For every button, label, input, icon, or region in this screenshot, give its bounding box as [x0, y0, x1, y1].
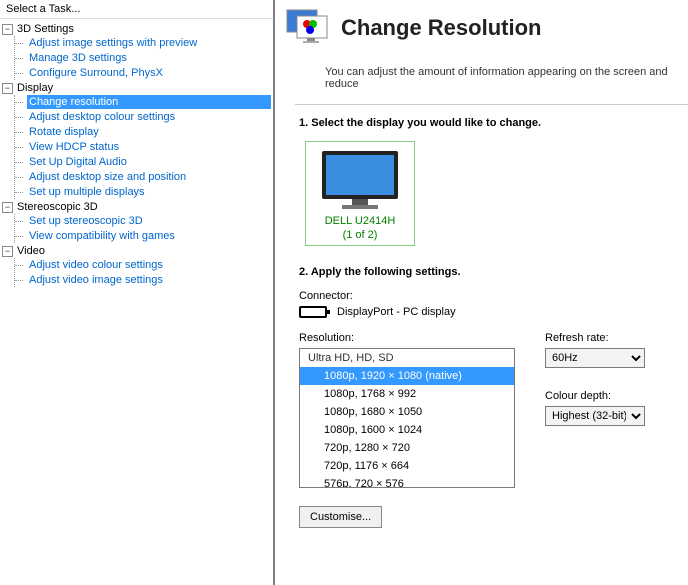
page-title: Change Resolution — [341, 15, 541, 41]
list-item-6[interactable]: 576p, 720 × 576 — [300, 475, 514, 488]
list-item-2[interactable]: 1080p, 1680 × 1050 — [300, 403, 514, 421]
tree-toggle-display[interactable]: − — [2, 83, 13, 94]
refresh-label: Refresh rate: — [545, 332, 645, 344]
depth-select[interactable]: Highest (32-bit) — [545, 406, 645, 426]
tree-item-desktop-size[interactable]: Adjust desktop size and position — [27, 170, 271, 184]
monitor-rgb-icon — [285, 8, 331, 48]
tree-label-display[interactable]: Display — [17, 82, 53, 94]
content-pane: Change Resolution You can adjust the amo… — [275, 0, 688, 585]
step1-heading: 1. Select the display you would like to … — [299, 117, 668, 129]
tree-item-multiple-displays[interactable]: Set up multiple displays — [27, 185, 271, 199]
task-tree: −3D Settings Adjust image settings with … — [0, 19, 273, 293]
monitor-selector[interactable]: DELL U2414H (1 of 2) — [305, 141, 415, 246]
monitor-index: (1 of 2) — [316, 229, 404, 241]
sidebar: Select a Task... −3D Settings Adjust ima… — [0, 0, 275, 585]
tree-item-manage-3d[interactable]: Manage 3D settings — [27, 51, 271, 65]
list-item-0[interactable]: 1080p, 1920 × 1080 (native) — [300, 367, 514, 385]
tree-item-desktop-colour[interactable]: Adjust desktop colour settings — [27, 110, 271, 124]
step2-heading: 2. Apply the following settings. — [299, 266, 668, 278]
resolution-listbox[interactable]: Ultra HD, HD, SD 1080p, 1920 × 1080 (nat… — [299, 348, 515, 488]
tree-toggle-stereo[interactable]: − — [2, 202, 13, 213]
monitor-name: DELL U2414H — [316, 215, 404, 227]
monitor-icon — [316, 147, 404, 213]
list-item-1[interactable]: 1080p, 1768 × 992 — [300, 385, 514, 403]
tree-toggle-video[interactable]: − — [2, 246, 13, 257]
list-item-4[interactable]: 720p, 1280 × 720 — [300, 439, 514, 457]
tree-item-digital-audio[interactable]: Set Up Digital Audio — [27, 155, 271, 169]
sidebar-header: Select a Task... — [0, 0, 273, 19]
list-group-uhd: Ultra HD, HD, SD — [300, 349, 514, 367]
tree-item-change-resolution[interactable]: Change resolution — [27, 95, 271, 109]
tree-item-hdcp[interactable]: View HDCP status — [27, 140, 271, 154]
resolution-label: Resolution: — [299, 332, 515, 344]
tree-item-surround[interactable]: Configure Surround, PhysX — [27, 66, 271, 80]
tree-item-adjust-image[interactable]: Adjust image settings with preview — [27, 36, 271, 50]
tree-toggle-3d[interactable]: − — [2, 24, 13, 35]
tree-item-compat-games[interactable]: View compatibility with games — [27, 229, 271, 243]
tree-item-video-colour[interactable]: Adjust video colour settings — [27, 258, 271, 272]
tree-item-rotate[interactable]: Rotate display — [27, 125, 271, 139]
tree-item-video-image[interactable]: Adjust video image settings — [27, 273, 271, 287]
tree-label-stereo[interactable]: Stereoscopic 3D — [17, 201, 98, 213]
page-description: You can adjust the amount of information… — [275, 60, 688, 104]
tree-label-video[interactable]: Video — [17, 245, 45, 257]
depth-label: Colour depth: — [545, 390, 645, 402]
list-item-5[interactable]: 720p, 1176 × 664 — [300, 457, 514, 475]
refresh-select[interactable]: 60Hz — [545, 348, 645, 368]
tree-label-3d[interactable]: 3D Settings — [17, 23, 74, 35]
customise-button[interactable]: Customise... — [299, 506, 382, 528]
displayport-icon — [299, 306, 327, 318]
list-item-3[interactable]: 1080p, 1600 × 1024 — [300, 421, 514, 439]
connector-label: Connector: — [299, 290, 668, 302]
connector-value: DisplayPort - PC display — [337, 306, 456, 318]
tree-item-setup-stereo[interactable]: Set up stereoscopic 3D — [27, 214, 271, 228]
